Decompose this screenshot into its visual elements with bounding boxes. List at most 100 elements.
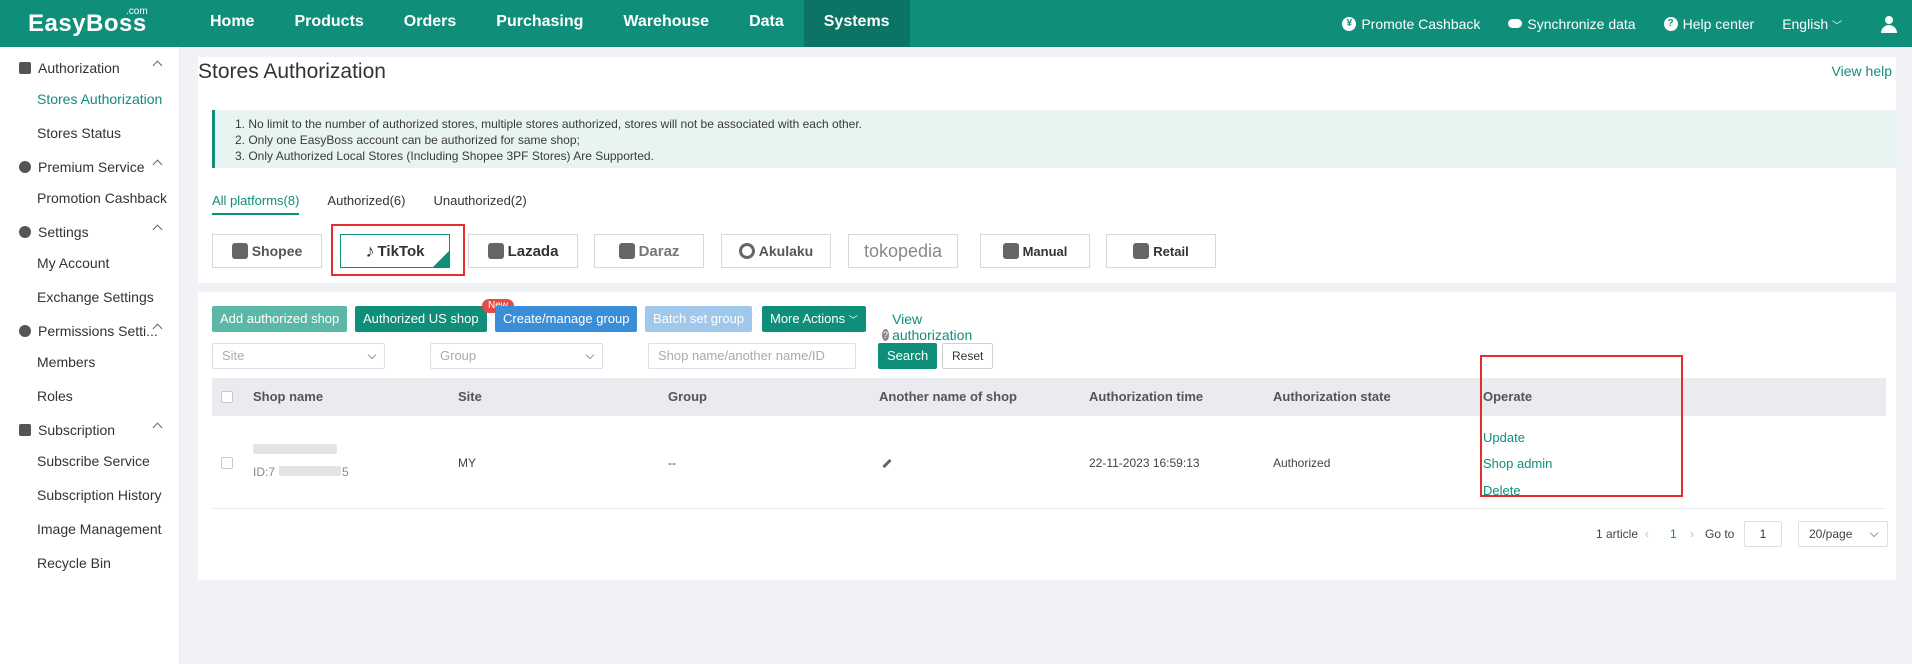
sidebar-item-subscription-history[interactable]: Subscription History (0, 478, 179, 512)
nav-purchasing[interactable]: Purchasing (476, 0, 603, 47)
language-select[interactable]: English ﹀ (1782, 16, 1842, 32)
sidebar-item-exchange-settings[interactable]: Exchange Settings (0, 280, 179, 314)
notice-line: 1. No limit to the number of authorized … (235, 117, 862, 131)
nav-systems[interactable]: Systems (803, 0, 910, 47)
sidebar-item-stores-authorization[interactable]: Stores Authorization (0, 82, 179, 116)
cashback-icon: ¥ (1342, 16, 1357, 31)
delete-link[interactable]: Delete (1483, 483, 1521, 498)
table-row: ID:7 5 MY -- 22-11-2023 16:59:13 Authori… (212, 416, 1886, 509)
tab-unauthorized[interactable]: Unauthorized(2) (433, 193, 526, 215)
platform-tiktok[interactable]: ♪ TikTok (340, 234, 450, 268)
sidebar-group-premium-service[interactable]: Premium Service (0, 153, 179, 181)
sidebar-item-subscribe-service[interactable]: Subscribe Service (0, 444, 179, 478)
sidebar-group-settings[interactable]: Settings (0, 218, 179, 246)
notice-box: 1. No limit to the number of authorized … (212, 110, 1896, 168)
user-icon[interactable] (1880, 15, 1898, 33)
platform-label: Daraz (638, 242, 680, 260)
logo[interactable]: EasyBoss .com (0, 0, 190, 47)
nav-products[interactable]: Products (274, 0, 383, 47)
platform-retail[interactable]: Retail (1106, 234, 1216, 268)
site-select[interactable]: Site (212, 343, 385, 369)
site-select-placeholder: Site (222, 348, 245, 363)
tab-all-platforms[interactable]: All platforms(8) (212, 193, 300, 215)
sidebar-group-authorization[interactable]: Authorization (0, 54, 179, 82)
promote-cashback-link[interactable]: ¥ Promote Cashback (1342, 16, 1480, 32)
question-icon: ? (1663, 16, 1678, 31)
logo-suffix: .com (126, 6, 148, 17)
view-help-link[interactable]: View help (1832, 63, 1892, 79)
total-count: 1 article (1596, 527, 1639, 541)
question-icon: ? (882, 329, 890, 341)
nav-warehouse[interactable]: Warehouse (603, 0, 729, 47)
platform-shopee[interactable]: Shopee (212, 234, 322, 268)
edit-icon[interactable] (882, 458, 892, 469)
shop-search-input[interactable]: Shop name/another name/ID (648, 343, 856, 369)
nav-home[interactable]: Home (190, 0, 274, 47)
group-select[interactable]: Group (430, 343, 603, 369)
nav-orders[interactable]: Orders (384, 0, 476, 47)
select-all-checkbox[interactable] (221, 391, 233, 403)
synchronize-data-link[interactable]: Synchronize data (1508, 15, 1636, 32)
next-page-icon[interactable]: › (1690, 527, 1694, 541)
sidebar-group-label: Settings (38, 224, 89, 240)
row-checkbox[interactable] (221, 457, 233, 469)
sidebar-item-image-management[interactable]: Image Management (0, 512, 179, 546)
add-authorized-shop-button[interactable]: Add authorized shop (212, 306, 348, 332)
sidebar-group-permissions[interactable]: Permissions Setti... (0, 317, 179, 345)
goto-label: Go to (1705, 527, 1735, 541)
platform-label: Manual (1022, 243, 1068, 259)
sidebar-item-promotion-cashback[interactable]: Promotion Cashback (0, 181, 179, 215)
page-size-select[interactable]: 20/page (1798, 521, 1888, 547)
platform-label: Akulaku (758, 243, 814, 259)
chevron-up-icon (152, 159, 163, 170)
sidebar-item-roles[interactable]: Roles (0, 379, 179, 413)
tiktok-note-icon: ♪ (365, 240, 375, 261)
update-link[interactable]: Update (1483, 430, 1525, 445)
sidebar-group-subscription[interactable]: Subscription (0, 416, 179, 444)
help-center-link[interactable]: ? Help center (1663, 15, 1755, 32)
sidebar-group-label: Premium Service (38, 159, 145, 175)
platform-akulaku[interactable]: Akulaku (721, 234, 831, 268)
reset-button[interactable]: Reset (942, 343, 994, 369)
top-right-tools: ¥ Promote Cashback Synchronize data ? He… (1342, 0, 1912, 47)
sidebar-item-members[interactable]: Members (0, 345, 179, 379)
sidebar-item-my-account[interactable]: My Account (0, 246, 179, 280)
chevron-down-icon: ﹀ (1832, 20, 1842, 32)
more-actions-button[interactable]: More Actions ﹀ (762, 306, 866, 332)
chevron-down-icon: ﹀ (848, 315, 858, 325)
sidebar-item-stores-status[interactable]: Stores Status (0, 116, 179, 150)
shop-admin-link[interactable]: Shop admin (1483, 456, 1552, 471)
create-manage-group-button[interactable]: Create/manage group (495, 306, 638, 332)
daraz-icon (618, 243, 635, 259)
platform-lazada[interactable]: Lazada (468, 234, 578, 268)
chevron-down-icon (367, 350, 377, 360)
tab-authorized[interactable]: Authorized(6) (327, 193, 405, 215)
synchronize-data-label: Synchronize data (1527, 15, 1636, 32)
platform-label: Retail (1153, 243, 1189, 259)
authorization-state-value: Authorized (1273, 456, 1331, 470)
chevron-down-icon (1869, 528, 1879, 538)
column-site: Site (458, 389, 482, 404)
prev-page-icon[interactable]: ‹ (1645, 527, 1649, 541)
akulaku-icon (738, 243, 755, 259)
page-title: Stores Authorization (198, 60, 386, 83)
platforms-panel: Stores Authorization View help 1. No lim… (198, 57, 1896, 283)
help-center-label: Help center (1682, 15, 1755, 32)
group-value: -- (668, 456, 676, 470)
batch-set-group-button[interactable]: Batch set group (645, 306, 753, 332)
store-icon (1133, 243, 1150, 259)
sidebar: Authorization Stores Authorization Store… (0, 47, 180, 664)
goto-page-input[interactable]: 1 (1744, 521, 1782, 547)
lazada-heart-icon (487, 243, 504, 259)
group-select-placeholder: Group (440, 348, 477, 363)
authorized-us-shop-button[interactable]: Authorized US shop (355, 306, 487, 332)
nav-data[interactable]: Data (729, 0, 804, 47)
page-number[interactable]: 1 (1670, 527, 1677, 541)
shop-name-redacted (253, 444, 337, 454)
sidebar-item-recycle-bin[interactable]: Recycle Bin (0, 546, 179, 580)
platform-tokopedia[interactable]: tokopedia (848, 234, 958, 268)
platform-manual[interactable]: Manual (980, 234, 1090, 268)
search-button[interactable]: Search (878, 343, 938, 369)
platform-daraz[interactable]: Daraz (594, 234, 704, 268)
gear-icon (19, 226, 31, 238)
